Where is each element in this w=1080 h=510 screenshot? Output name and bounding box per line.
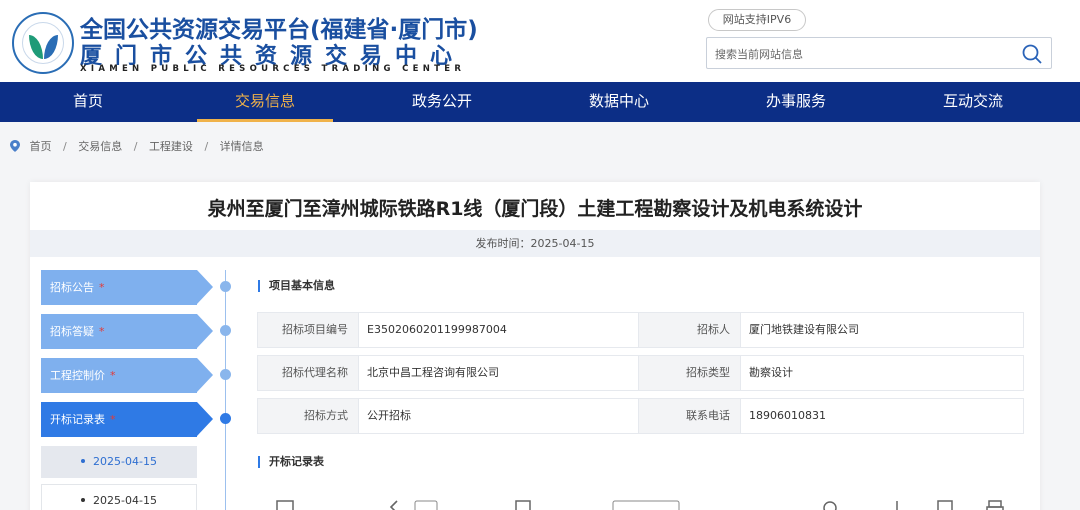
value-phone: 18906010831 <box>740 398 1024 434</box>
step-label: 招标答疑 <box>50 325 94 338</box>
search-input[interactable] <box>715 44 1005 64</box>
step-tender-notice[interactable]: 招标公告 * <box>41 270 213 305</box>
search-box <box>706 37 1052 69</box>
breadcrumb-home[interactable]: 首页 <box>30 140 52 153</box>
label-project-number: 招标项目编号 <box>257 312 359 348</box>
required-star: * <box>99 281 105 294</box>
print-icon[interactable] <box>986 500 1004 510</box>
timeline-dot <box>220 281 231 292</box>
detail-card: 泉州至厦门至漳州城际铁路R1线（厦门段）土建工程勘察设计及机电系统设计 发布时间… <box>30 182 1040 510</box>
label-tender-method: 招标方式 <box>257 398 359 434</box>
timeline-dot-active <box>220 413 231 424</box>
step-label: 开标记录表 <box>50 413 105 426</box>
download-icon[interactable] <box>936 500 954 510</box>
step-label: 工程控制价 <box>50 369 105 382</box>
nav-item-trading-info[interactable]: 交易信息 <box>185 82 345 122</box>
section-title-project-info: 项目基本信息 <box>258 280 335 292</box>
nav-item-government-affairs[interactable]: 政务公开 <box>362 82 522 122</box>
label-phone: 联系电话 <box>638 398 741 434</box>
page-number-input[interactable] <box>414 500 438 510</box>
record-date-item[interactable]: 2025-04-15 <box>41 484 197 510</box>
fit-page-icon[interactable] <box>515 500 531 510</box>
nav-item-interaction[interactable]: 互动交流 <box>893 82 1053 122</box>
publish-time: 发布时间：2025-04-15 <box>30 230 1040 257</box>
search-icon[interactable] <box>822 500 840 510</box>
value-tender-method: 公开招标 <box>358 398 639 434</box>
required-star: * <box>110 413 116 426</box>
breadcrumb-trading-info[interactable]: 交易信息 <box>78 140 122 153</box>
breadcrumb-separator: / <box>63 140 67 153</box>
breadcrumb: 首页 / 交易信息 / 工程建设 / 详情信息 <box>10 138 264 154</box>
label-tenderer: 招标人 <box>638 312 741 348</box>
record-date-item[interactable]: 2025-04-15 <box>41 446 197 478</box>
step-control-price[interactable]: 工程控制价 * <box>41 358 213 393</box>
breadcrumb-separator: / <box>204 140 209 153</box>
timeline-dot <box>220 369 231 380</box>
page-title: 泉州至厦门至漳州城际铁路R1线（厦门段）土建工程勘察设计及机电系统设计 <box>207 198 863 220</box>
main-nav: 首页 交易信息 政务公开 数据中心 办事服务 互动交流 <box>0 82 1080 122</box>
value-tenderer: 厦门地铁建设有限公司 <box>740 312 1024 348</box>
zoom-in-icon[interactable] <box>890 500 904 510</box>
record-date: 2025-04-15 <box>93 494 157 507</box>
timeline-line <box>225 270 226 510</box>
label-agency: 招标代理名称 <box>257 355 359 391</box>
breadcrumb-separator: / <box>133 140 138 153</box>
nav-item-home[interactable]: 首页 <box>8 82 168 122</box>
site-title-english: XIAMEN PUBLIC RESOURCES TRADING CENTER <box>80 64 466 74</box>
nav-item-data-center[interactable]: 数据中心 <box>539 82 699 122</box>
record-date: 2025-04-15 <box>93 455 157 468</box>
step-bid-opening-record[interactable]: 开标记录表 * <box>41 402 213 437</box>
value-agency: 北京中昌工程咨询有限公司 <box>358 355 639 391</box>
sidebar-toggle-icon[interactable] <box>276 500 294 510</box>
location-pin-icon <box>10 140 20 152</box>
ipv6-badge[interactable]: 网站支持IPV6 <box>708 9 806 31</box>
step-label: 招标公告 <box>50 281 94 294</box>
step-tender-qa[interactable]: 招标答疑 * <box>41 314 213 349</box>
chevron-left-icon[interactable] <box>388 500 400 510</box>
breadcrumb-current: 详情信息 <box>219 140 264 153</box>
timeline-dot <box>220 325 231 336</box>
site-logo[interactable] <box>12 12 74 74</box>
search-icon[interactable] <box>1021 43 1043 65</box>
table-row: 招标代理名称 北京中昌工程咨询有限公司 招标类型 勘察设计 <box>257 355 1024 391</box>
section-title-bid-record: 开标记录表 <box>258 456 324 468</box>
table-row: 招标项目编号 E3502060201199987004 招标人 厦门地铁建设有限… <box>257 312 1024 348</box>
value-tender-type: 勘察设计 <box>740 355 1024 391</box>
site-header: 全国公共资源交易平台(福建省·厦门市) 厦门市公共资源交易中心 XIAMEN P… <box>0 0 1080 82</box>
label-tender-type: 招标类型 <box>638 355 741 391</box>
nav-item-services[interactable]: 办事服务 <box>716 82 876 122</box>
table-row: 招标方式 公开招标 联系电话 18906010831 <box>257 398 1024 434</box>
value-project-number: E3502060201199987004 <box>358 312 639 348</box>
required-star: * <box>99 325 105 338</box>
breadcrumb-engineering[interactable]: 工程建设 <box>149 140 193 153</box>
required-star: * <box>110 369 116 382</box>
zoom-select[interactable] <box>612 500 680 510</box>
